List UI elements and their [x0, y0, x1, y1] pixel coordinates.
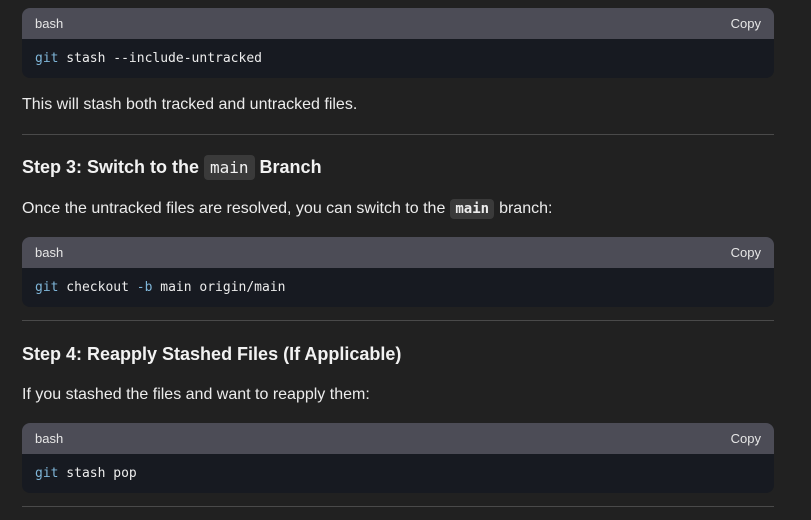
code-language-label: bash [35, 245, 64, 260]
copy-button[interactable]: Copy [731, 16, 761, 31]
paragraph-reapply: If you stashed the files and want to rea… [22, 386, 370, 403]
code-token: stash --include-untracked [58, 51, 262, 66]
paragraph-stash-note: This will stash both tracked and untrack… [22, 96, 358, 113]
inline-code: main [204, 154, 255, 180]
code-line: git checkout -b main origin/main [35, 280, 285, 295]
heading-step-4: Step 4: Reapply Stashed Files (If Applic… [22, 343, 402, 364]
code-block-stash-pop: bash Copy git stash pop [22, 423, 774, 493]
paragraph-text: branch: [499, 200, 553, 217]
code-block-header: bash Copy [22, 8, 774, 39]
code-token: checkout [58, 280, 137, 295]
code-block-header: bash Copy [22, 423, 774, 454]
copy-button[interactable]: Copy [731, 431, 761, 446]
code-block-checkout: bash Copy git checkout -b main origin/ma… [22, 237, 774, 307]
code-language-label: bash [35, 16, 64, 31]
code-token-flag: -b [136, 280, 153, 295]
code-token-kw: git [35, 280, 59, 295]
code-block-stash: bash Copy git stash --include-untracked [22, 8, 774, 78]
heading-text: Branch [259, 156, 322, 177]
code-token-kw: git [35, 466, 59, 481]
code-content: git stash pop [22, 454, 774, 493]
heading-text: Step 3: Switch to the [22, 156, 200, 177]
code-line: git stash pop [35, 466, 137, 481]
inline-code: main [450, 199, 495, 219]
code-content: git stash --include-untracked [22, 39, 774, 78]
code-token: stash pop [58, 466, 137, 481]
divider [22, 134, 774, 135]
code-line: git stash --include-untracked [35, 51, 262, 66]
heading-step-3: Step 3: Switch to the main Branch [22, 153, 322, 181]
divider [22, 506, 774, 507]
code-content: git checkout -b main origin/main [22, 268, 774, 307]
paragraph-switch-branch: Once the untracked files are resolved, y… [22, 197, 552, 221]
code-token-kw: git [35, 51, 59, 66]
code-language-label: bash [35, 431, 64, 446]
code-block-header: bash Copy [22, 237, 774, 268]
code-token: main origin/main [152, 280, 286, 295]
copy-button[interactable]: Copy [731, 245, 761, 260]
divider [22, 320, 774, 321]
paragraph-text: Once the untracked files are resolved, y… [22, 200, 446, 217]
